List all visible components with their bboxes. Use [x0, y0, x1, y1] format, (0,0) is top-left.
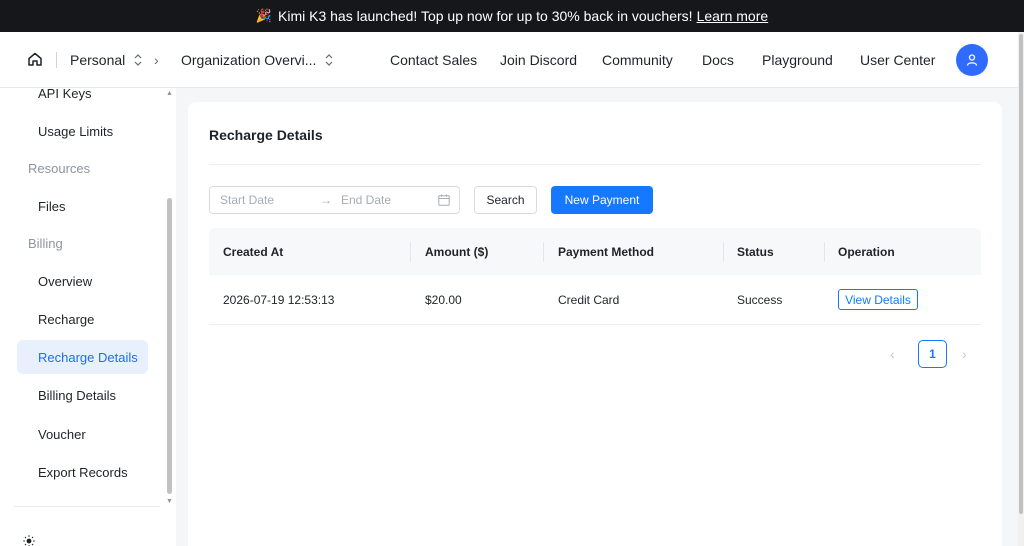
sidebar-item-export-records[interactable]: Export Records [17, 455, 148, 489]
column-status: Status [737, 244, 774, 259]
page-scrollbar[interactable] [1018, 32, 1024, 546]
cell-payment-method: Credit Card [558, 293, 620, 307]
start-date-input[interactable]: Start Date [220, 193, 274, 207]
view-details-button[interactable]: View Details [838, 289, 918, 310]
nav-user-center[interactable]: User Center [860, 52, 935, 68]
sidebar-item-recharge-details[interactable]: Recharge Details [17, 340, 148, 374]
nav-separator [56, 52, 57, 68]
sidebar: API Keys Usage Limits Resources Files Bi… [0, 86, 176, 546]
recharge-details-card: Recharge Details Start Date → End Date S… [188, 102, 1002, 546]
chevron-updown-icon [134, 54, 142, 66]
sidebar-item-api-keys[interactable]: API Keys [17, 76, 148, 110]
sun-icon[interactable] [23, 535, 35, 546]
sidebar-scrollbar[interactable]: ▲ ▼ [166, 88, 174, 508]
organization-label: Organization Overvi... [181, 52, 317, 68]
column-separator [723, 242, 724, 262]
workspace-label: Personal [70, 52, 126, 68]
column-separator [824, 242, 825, 262]
column-payment-method: Payment Method [558, 244, 655, 259]
party-icon: 🎉 [255, 8, 273, 23]
sidebar-item-recharge[interactable]: Recharge [17, 302, 148, 336]
sidebar-group-resources: Resources [28, 161, 91, 176]
learn-more-link[interactable]: Learn more [697, 8, 769, 24]
chevron-updown-icon [325, 54, 333, 66]
date-range-picker[interactable]: Start Date → End Date [209, 186, 460, 214]
title-divider [209, 164, 981, 165]
announcement-banner: 🎉 Kimi K3 has launched! Top up now for u… [0, 0, 1024, 32]
nav-playground[interactable]: Playground [762, 52, 833, 68]
sidebar-item-voucher[interactable]: Voucher [17, 417, 148, 451]
chevron-right-icon: › [154, 52, 159, 68]
sidebar-item-usage-limits[interactable]: Usage Limits [17, 114, 148, 148]
sidebar-item-files[interactable]: Files [17, 189, 148, 223]
sidebar-item-billing-details[interactable]: Billing Details [17, 378, 148, 412]
user-icon [966, 54, 978, 66]
column-amount: Amount ($) [425, 244, 489, 259]
nav-community[interactable]: Community [602, 52, 673, 68]
recharge-table: Created At Amount ($) Payment Method Sta… [209, 228, 981, 325]
home-icon[interactable] [27, 51, 43, 67]
nav-join-discord[interactable]: Join Discord [500, 52, 577, 68]
sidebar-divider [14, 506, 160, 507]
column-separator [410, 242, 411, 262]
banner-message: Kimi K3 has launched! Top up now for up … [278, 8, 693, 24]
nav-contact-sales[interactable]: Contact Sales [390, 52, 477, 68]
scroll-up-icon[interactable]: ▲ [166, 90, 173, 97]
avatar[interactable] [956, 44, 988, 76]
column-separator [543, 242, 544, 262]
page-title: Recharge Details [209, 127, 323, 143]
column-operation: Operation [838, 244, 895, 259]
new-payment-button[interactable]: New Payment [551, 186, 653, 214]
sidebar-item-overview[interactable]: Overview [17, 264, 148, 298]
pagination-page-1[interactable]: 1 [918, 340, 947, 368]
pagination-prev-icon[interactable]: ‹ [890, 346, 895, 362]
top-navigation: Personal › Organization Overvi... Contac… [0, 32, 1018, 88]
page-scrollbar-thumb[interactable] [1019, 34, 1023, 514]
arrow-right-icon: → [320, 193, 332, 207]
organization-switcher[interactable]: Organization Overvi... [181, 32, 334, 88]
column-created-at: Created At [223, 244, 284, 259]
table-header: Created At Amount ($) Payment Method Sta… [209, 228, 981, 275]
search-button[interactable]: Search [474, 186, 537, 214]
sidebar-scrollbar-thumb[interactable] [167, 198, 172, 494]
table-row: 2026-07-19 12:53:13 $20.00 Credit Card S… [209, 275, 981, 325]
cell-status: Success [737, 293, 783, 307]
cell-amount: $20.00 [425, 293, 462, 307]
end-date-input[interactable]: End Date [341, 193, 391, 207]
cell-created-at: 2026-07-19 12:53:13 [223, 293, 335, 307]
pagination-next-icon[interactable]: › [962, 346, 967, 362]
sidebar-group-billing: Billing [28, 236, 63, 251]
scroll-down-icon[interactable]: ▼ [166, 498, 173, 505]
calendar-icon [438, 194, 450, 206]
nav-docs[interactable]: Docs [702, 52, 734, 68]
